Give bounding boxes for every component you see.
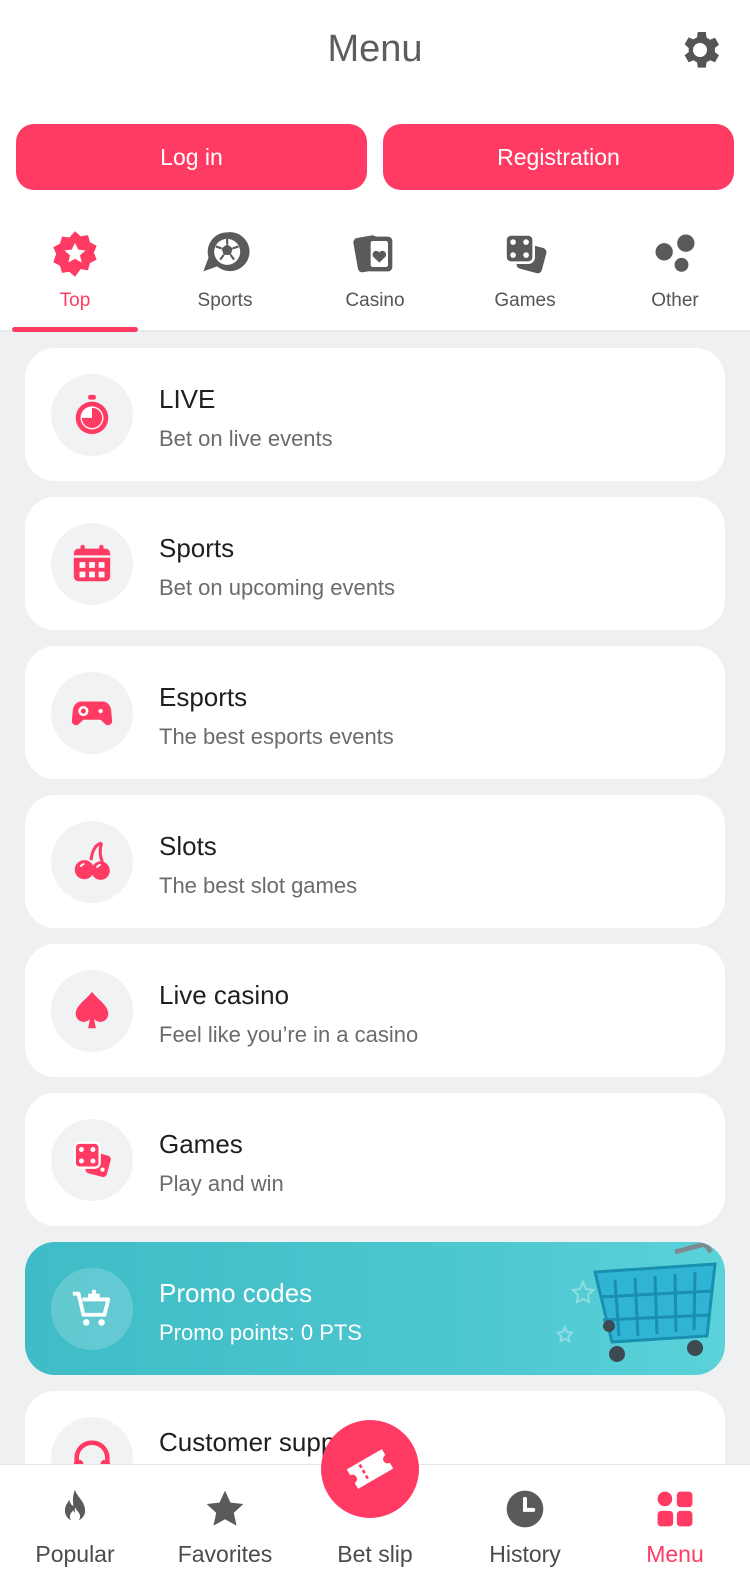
menu-item-live-casino[interactable]: Live casino Feel like you’re in a casino bbox=[25, 944, 725, 1077]
playing-cards-icon bbox=[353, 235, 393, 273]
page-title: Menu bbox=[327, 28, 423, 70]
menu-item-subtitle: Play and win bbox=[159, 1171, 284, 1196]
nav-menu[interactable]: Menu bbox=[600, 1465, 750, 1582]
menu-item-subtitle: Feel like you’re in a casino bbox=[159, 1022, 419, 1047]
menu-item-esports[interactable]: Esports The best esports events bbox=[25, 646, 725, 779]
tab-other[interactable]: Other bbox=[600, 212, 750, 330]
tab-casino[interactable]: Casino bbox=[300, 212, 450, 330]
cart-icon bbox=[72, 1289, 111, 1326]
menu-list: LIVE Bet on live events Sports Bet on up… bbox=[0, 332, 750, 1464]
menu-item-title: Sports bbox=[159, 533, 235, 563]
shopping-basket-illustration bbox=[555, 1242, 717, 1362]
flame-icon bbox=[64, 1489, 86, 1522]
dots-icon bbox=[655, 234, 695, 272]
tab-top[interactable]: Top bbox=[0, 212, 150, 332]
menu-item-title: Live casino bbox=[159, 980, 290, 1010]
menu-item-subtitle: Bet on live events bbox=[159, 426, 333, 451]
star-badge-icon bbox=[53, 231, 97, 277]
tab-label: Other bbox=[651, 290, 699, 311]
nav-label: Bet slip bbox=[337, 1541, 413, 1567]
soccer-ball-icon bbox=[203, 232, 250, 272]
menu-item-title: Slots bbox=[159, 831, 217, 861]
menu-item-subtitle: The best esports events bbox=[159, 724, 394, 749]
menu-item-title: Promo codes bbox=[159, 1278, 313, 1308]
nav-history[interactable]: History bbox=[450, 1465, 600, 1582]
registration-button[interactable]: Registration bbox=[383, 124, 734, 190]
menu-item-title: Esports bbox=[159, 682, 248, 712]
headset-icon bbox=[73, 1440, 111, 1464]
nav-favorites[interactable]: Favorites bbox=[150, 1465, 300, 1582]
menu-item-games[interactable]: Games Play and win bbox=[25, 1093, 725, 1226]
gear-icon[interactable] bbox=[676, 26, 724, 74]
menu-item-slots[interactable]: Slots The best slot games bbox=[25, 795, 725, 928]
menu-item-promo-codes[interactable]: Promo codes Promo points: 0 PTS bbox=[25, 1242, 725, 1375]
icon-badge bbox=[51, 523, 133, 605]
tab-label: Casino bbox=[345, 290, 405, 311]
nav-label: History bbox=[489, 1541, 561, 1567]
ticket-icon bbox=[346, 1449, 394, 1489]
menu-item-live[interactable]: LIVE Bet on live events bbox=[25, 348, 725, 481]
tab-label: Top bbox=[59, 290, 91, 311]
menu-item-title: LIVE bbox=[159, 384, 216, 414]
calendar-icon bbox=[73, 544, 111, 582]
nav-label: Favorites bbox=[177, 1541, 273, 1567]
promo-points: Promo points: 0 PTS bbox=[159, 1320, 362, 1345]
nav-label: Popular bbox=[35, 1541, 115, 1567]
gamepad-icon bbox=[71, 701, 113, 726]
tab-label: Games bbox=[494, 290, 556, 311]
star-icon bbox=[206, 1490, 244, 1526]
cherries-icon bbox=[74, 841, 110, 880]
icon-badge bbox=[51, 1119, 133, 1201]
tab-sports[interactable]: Sports bbox=[150, 212, 300, 330]
icon-badge bbox=[51, 1417, 133, 1464]
spade-icon bbox=[75, 991, 109, 1029]
nav-label: Menu bbox=[646, 1541, 704, 1567]
dice-icon bbox=[73, 1141, 111, 1178]
login-button[interactable]: Log in bbox=[16, 124, 367, 190]
bet-slip-button[interactable] bbox=[321, 1420, 419, 1518]
stopwatch-icon bbox=[75, 394, 109, 435]
menu-item-title: Games bbox=[159, 1129, 243, 1159]
menu-item-subtitle: Bet on upcoming events bbox=[159, 575, 396, 600]
tab-games[interactable]: Games bbox=[450, 212, 600, 330]
icon-badge bbox=[51, 970, 133, 1052]
grid-icon bbox=[657, 1491, 693, 1527]
icon-badge bbox=[51, 1268, 133, 1350]
header: Menu bbox=[0, 0, 750, 105]
tab-label: Sports bbox=[197, 290, 253, 311]
menu-item-sports[interactable]: Sports Bet on upcoming events bbox=[25, 497, 725, 630]
dice-icon bbox=[504, 233, 547, 274]
menu-item-subtitle: The best slot games bbox=[159, 873, 358, 898]
auth-buttons: Log in Registration bbox=[16, 124, 734, 190]
icon-badge bbox=[51, 821, 133, 903]
icon-badge bbox=[51, 672, 133, 754]
clock-icon bbox=[506, 1490, 544, 1528]
nav-popular[interactable]: Popular bbox=[0, 1465, 150, 1582]
category-tabs: Top Sports Casino Games Other bbox=[0, 212, 750, 332]
icon-badge bbox=[51, 374, 133, 456]
